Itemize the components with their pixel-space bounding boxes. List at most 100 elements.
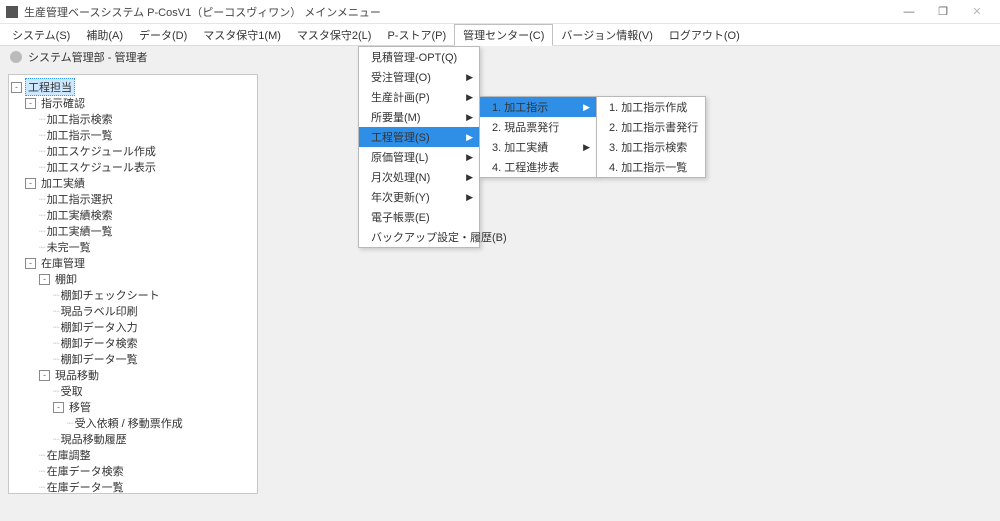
tree-leaf[interactable]: ┈ 棚卸チェックシート (11, 287, 255, 303)
submenu-process-management: 1. 加工指示▶ 2. 現品票発行 3. 加工実績▶4. 工程進捗表 (479, 96, 597, 178)
menu-row-label: 生産計画(P) (371, 89, 430, 105)
tree-node-label: 在庫データ一覧 (45, 479, 126, 494)
menu-row[interactable]: 原価管理(L)▶ (359, 147, 479, 167)
tree-node-label: 加工実績一覧 (45, 223, 115, 239)
tree-node-label: 移管 (67, 399, 93, 415)
tree-leaf[interactable]: ┈ 加工指示検索 (11, 111, 255, 127)
tree-leaf[interactable]: ┈ 受入依頼 / 移動票作成 (11, 415, 255, 431)
menu-row-label: バックアップ設定・履歴(B) (371, 229, 507, 245)
menu-row[interactable]: 4. 加工指示一覧 (597, 157, 705, 177)
menu-item[interactable]: データ(D) (131, 24, 195, 45)
tree-branch[interactable]: -在庫管理 (11, 255, 255, 271)
tree-leaf[interactable]: ┈ 加工実績検索 (11, 207, 255, 223)
menu-item[interactable]: ログアウト(O) (661, 24, 748, 45)
menu-row[interactable]: 年次更新(Y) ▶ (359, 187, 479, 207)
menu-row[interactable]: 1. 加工指示作成 (597, 97, 705, 117)
menu-row-label: 2. 現品票発行 (492, 119, 559, 135)
minimize-button[interactable]: — (892, 1, 926, 23)
app-icon (6, 6, 18, 18)
window-title: 生産管理ベースシステム P-CosV1（ピーコスヴィワン） メインメニュー (24, 4, 892, 20)
tree-branch[interactable]: -棚卸 (11, 271, 255, 287)
tree-leaf[interactable]: ┈ 現品移動履歴 (11, 431, 255, 447)
tree-leaf[interactable]: ┈ 加工指示選択 (11, 191, 255, 207)
tree-node-label: 加工スケジュール表示 (45, 159, 158, 175)
close-button[interactable]: ✕ (960, 1, 994, 23)
window-controls: — ❐ ✕ (892, 1, 994, 23)
tree-branch[interactable]: -工程担当 (11, 79, 255, 95)
collapse-icon[interactable]: - (25, 98, 36, 109)
tree-leaf[interactable]: ┈ 加工スケジュール表示 (11, 159, 255, 175)
tree-node-label: 在庫管理 (39, 255, 87, 271)
menu-row[interactable]: 所要量(M)▶ (359, 107, 479, 127)
user-icon (10, 51, 22, 63)
tree-node-label: 棚卸データ入力 (59, 319, 140, 335)
tree-leaf[interactable]: ┈ 現品ラベル印刷 (11, 303, 255, 319)
submenu-arrow-icon: ▶ (466, 152, 473, 163)
submenu-arrow-icon: ▶ (466, 132, 473, 143)
menu-item[interactable]: マスタ保守1(M) (195, 24, 289, 45)
menu-row[interactable]: 生産計画(P) ▶ (359, 87, 479, 107)
menu-item[interactable]: 補助(A) (78, 24, 131, 45)
tree-node-label: 在庫調整 (45, 447, 93, 463)
menu-row[interactable]: 工程管理(S)▶ (359, 127, 479, 147)
tree-branch[interactable]: -加工実績 (11, 175, 255, 191)
tree-leaf[interactable]: ┈ 棚卸データ検索 (11, 335, 255, 351)
menu-row-label: 年次更新(Y) (371, 189, 430, 205)
menu-row[interactable]: 1. 加工指示▶ (480, 97, 596, 117)
menu-row-label: 2. 加工指示書発行 (609, 119, 698, 135)
collapse-icon[interactable]: - (39, 370, 50, 381)
tree-leaf[interactable]: ┈ 加工実績一覧 (11, 223, 255, 239)
maximize-button[interactable]: ❐ (926, 1, 960, 23)
tree-leaf[interactable]: ┈ 未完一覧 (11, 239, 255, 255)
menu-item[interactable]: システム(S) (4, 24, 78, 45)
menu-row[interactable]: 4. 工程進捗表 (480, 157, 596, 177)
tree-node-label: 在庫データ検索 (45, 463, 126, 479)
menu-item[interactable]: マスタ保守2(L) (289, 24, 380, 45)
tree-node-label: 受入依頼 / 移動票作成 (73, 415, 185, 431)
tree-leaf[interactable]: ┈ 受取 (11, 383, 255, 399)
collapse-icon[interactable]: - (25, 178, 36, 189)
tree-leaf[interactable]: ┈ 在庫調整 (11, 447, 255, 463)
submenu-arrow-icon: ▶ (466, 92, 473, 103)
collapse-icon[interactable]: - (25, 258, 36, 269)
collapse-icon[interactable]: - (39, 274, 50, 285)
tree-branch[interactable]: -移管 (11, 399, 255, 415)
submenu-arrow-icon: ▶ (466, 112, 473, 123)
tree-node-label: 現品移動 (53, 367, 101, 383)
menu-row[interactable]: 月次処理(N) ▶ (359, 167, 479, 187)
menu-row-label: 見積管理-OPT(Q) (371, 49, 457, 65)
menu-row[interactable]: 2. 現品票発行 (480, 117, 596, 137)
tree-leaf[interactable]: ┈ 在庫データ一覧 (11, 479, 255, 494)
menu-row[interactable]: 3. 加工指示検索 (597, 137, 705, 157)
menu-item[interactable]: P-ストア(P) (379, 24, 454, 45)
tree-node-label: 工程担当 (25, 78, 75, 96)
collapse-icon[interactable]: - (53, 402, 64, 413)
submenu-arrow-icon: ▶ (466, 172, 473, 183)
menu-row[interactable]: 3. 加工実績▶ (480, 137, 596, 157)
navigation-tree[interactable]: -工程担当-指示確認┈ 加工指示検索┈ 加工指示一覧┈ 加工スケジュール作成┈ … (8, 74, 258, 494)
tree-branch[interactable]: -現品移動 (11, 367, 255, 383)
tree-node-label: 加工指示検索 (45, 111, 115, 127)
menu-row[interactable]: 受注管理(O)▶ (359, 67, 479, 87)
menu-item[interactable]: バージョン情報(V) (553, 24, 660, 45)
tree-branch[interactable]: -指示確認 (11, 95, 255, 111)
tree-node-label: 加工指示選択 (45, 191, 115, 207)
tree-leaf[interactable]: ┈ 棚卸データ入力 (11, 319, 255, 335)
menu-row: 見積管理-OPT(Q) (359, 47, 479, 67)
tree-node-label: 棚卸データ検索 (59, 335, 140, 351)
menu-row[interactable]: 2. 加工指示書発行 (597, 117, 705, 137)
menu-row-label: 1. 加工指示 (492, 99, 548, 115)
tree-node-label: 棚卸 (53, 271, 79, 287)
menu-row-label: 月次処理(N) (371, 169, 430, 185)
tree-leaf[interactable]: ┈ 棚卸データ一覧 (11, 351, 255, 367)
tree-leaf[interactable]: ┈ 在庫データ検索 (11, 463, 255, 479)
menu-item[interactable]: 管理センター(C) (454, 24, 553, 46)
tree-node-label: 現品ラベル印刷 (59, 303, 140, 319)
tree-leaf[interactable]: ┈ 加工スケジュール作成 (11, 143, 255, 159)
menu-row[interactable]: 電子帳票(E) (359, 207, 479, 227)
submenu-arrow-icon: ▶ (466, 192, 473, 203)
tree-leaf[interactable]: ┈ 加工指示一覧 (11, 127, 255, 143)
collapse-icon[interactable]: - (11, 82, 22, 93)
tree-node-label: 加工スケジュール作成 (45, 143, 158, 159)
menu-row[interactable]: バックアップ設定・履歴(B) (359, 227, 479, 247)
